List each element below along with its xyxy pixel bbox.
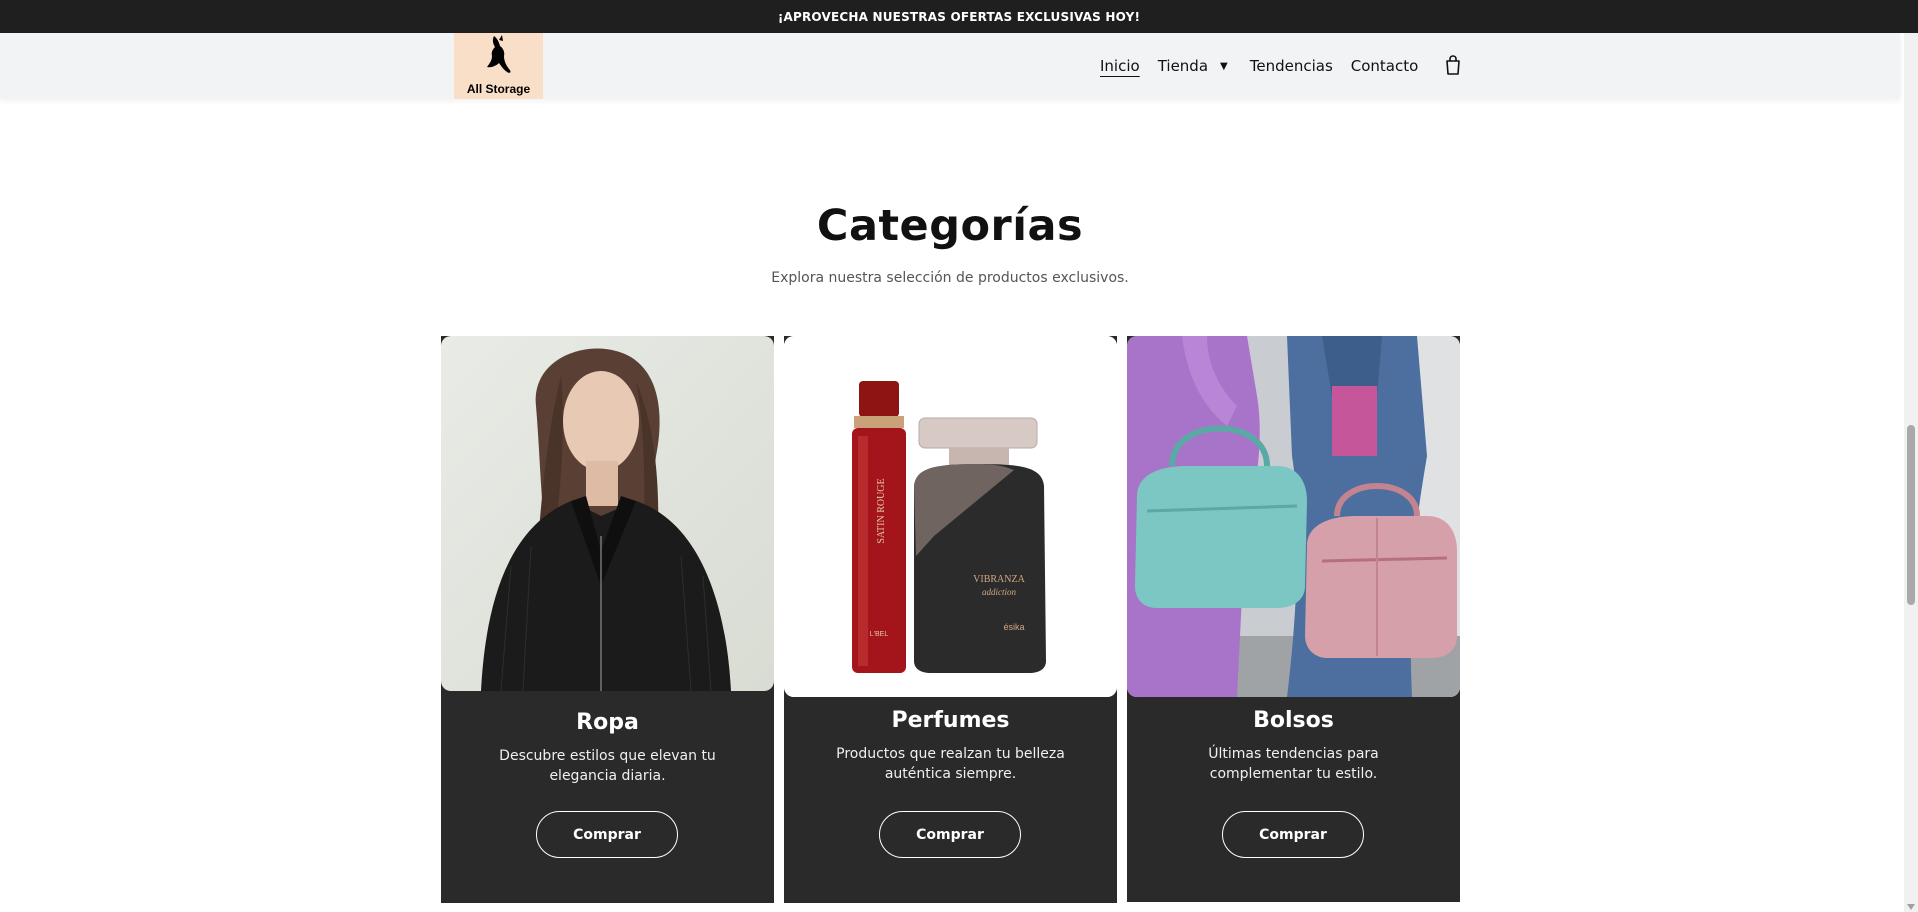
bags-photo-image (1127, 336, 1460, 697)
main-nav: Inicio Tienda ▼ Tendencias Contacto (1100, 33, 1462, 99)
section-subtitle: Explora nuestra selección de productos e… (771, 270, 1129, 286)
promo-banner: ¡APROVECHA NUESTRAS OFERTAS EXCLUSIVAS H… (0, 0, 1918, 33)
page-scrollbar[interactable] (1904, 33, 1918, 912)
nav-tienda-label: Tienda (1157, 57, 1209, 75)
page: ¡APROVECHA NUESTRAS OFERTAS EXCLUSIVAS H… (0, 0, 1918, 912)
logo-text: All Storage (466, 82, 531, 96)
logo[interactable]: All Storage (454, 33, 543, 99)
caret-down-icon: ▼ (1220, 60, 1228, 72)
shopping-bag-icon[interactable] (1444, 55, 1462, 75)
nav-tendencias[interactable]: Tendencias (1250, 57, 1333, 75)
category-description: Últimas tendencias para complementar tu … (1208, 746, 1379, 782)
category-title: Ropa (576, 710, 639, 735)
category-card-perfumes: SATIN ROUGE L'BEL VIBRANZA addiction ési… (784, 336, 1117, 903)
category-body-perfumes: Perfumes Productos que realzan tu bellez… (784, 708, 1117, 784)
logo-silhouette-icon (486, 35, 510, 73)
category-description: Descubre estilos que elevan tu elegancia… (499, 748, 716, 784)
comprar-bolsos-button[interactable]: Comprar (1222, 811, 1364, 858)
category-image-ropa[interactable] (441, 336, 774, 691)
nav-inicio[interactable]: Inicio (1100, 57, 1140, 75)
comprar-perfumes-button[interactable]: Comprar (879, 811, 1021, 858)
scroll-down-arrow-icon[interactable] (1907, 904, 1915, 910)
category-description: Productos que realzan tu belleza auténti… (836, 746, 1065, 782)
bottle1-brand: L'BEL (870, 631, 889, 638)
category-card-ropa: Ropa Descubre estilos que elevan tu eleg… (441, 336, 774, 903)
nav-contacto[interactable]: Contacto (1351, 57, 1419, 75)
bottle2-sub: addiction (982, 587, 1016, 597)
category-title: Bolsos (1253, 708, 1334, 733)
category-body-bolsos: Bolsos Últimas tendencias para complemen… (1127, 708, 1460, 784)
bottle2-label: VIBRANZA (973, 574, 1025, 585)
category-body-ropa: Ropa Descubre estilos que elevan tu eleg… (441, 710, 774, 786)
category-image-bolsos[interactable] (1127, 336, 1460, 697)
promo-text: ¡APROVECHA NUESTRAS OFERTAS EXCLUSIVAS H… (777, 9, 1141, 24)
section-title: Categorías (816, 201, 1084, 251)
comprar-ropa-button[interactable]: Comprar (536, 811, 678, 858)
woman-photo-image (441, 336, 774, 691)
bottle2-brand: ésika (1003, 622, 1024, 632)
category-image-perfumes[interactable]: SATIN ROUGE L'BEL VIBRANZA addiction ési… (784, 336, 1117, 697)
scrollbar-thumb[interactable] (1907, 425, 1915, 605)
bottle1-label: SATIN ROUGE (876, 478, 887, 543)
nav-tienda[interactable]: Tienda ▼ (1158, 57, 1228, 75)
perfume-photo-image: SATIN ROUGE L'BEL VIBRANZA addiction ési… (784, 336, 1117, 697)
site-header: All Storage Inicio Tienda ▼ Tendencias C… (0, 33, 1900, 99)
category-title: Perfumes (891, 708, 1010, 733)
category-card-bolsos: Bolsos Últimas tendencias para complemen… (1127, 336, 1460, 902)
